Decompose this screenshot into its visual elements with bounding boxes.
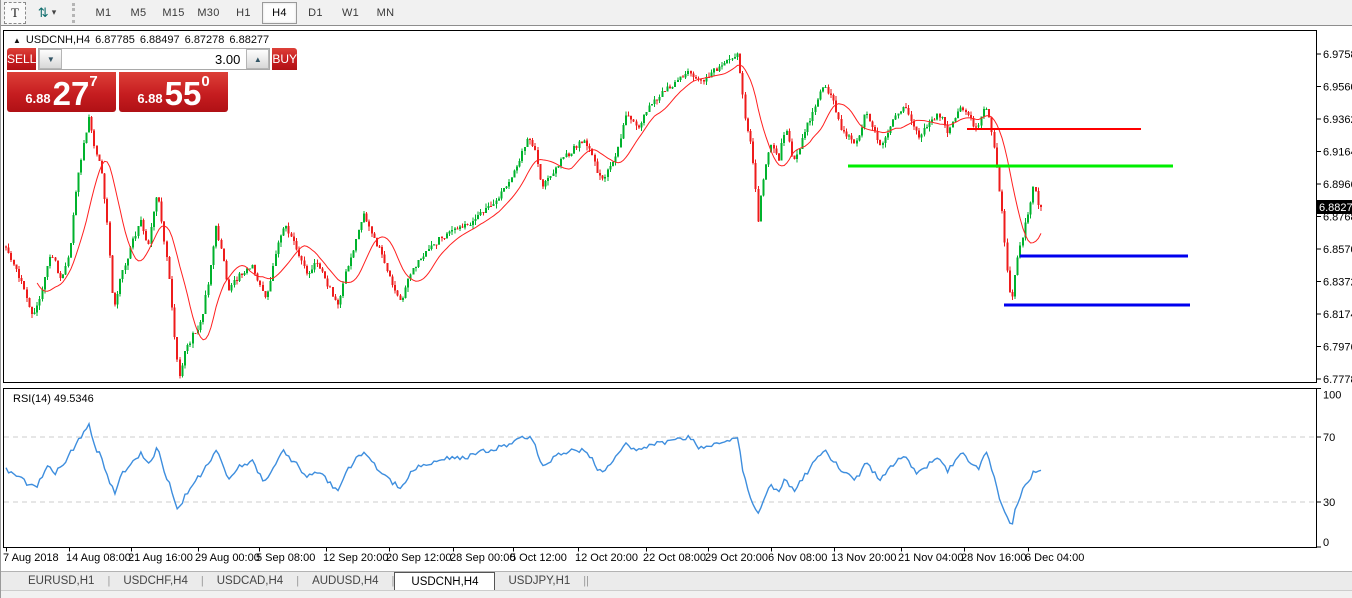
- svg-text:6.93625: 6.93625: [1323, 114, 1352, 126]
- svg-text:6.83725: 6.83725: [1323, 276, 1352, 288]
- chart-tab-audusd-h4[interactable]: AUDUSD,H4: [299, 572, 391, 590]
- sell-button[interactable]: SELL: [7, 48, 36, 70]
- spinner-up-icon[interactable]: ▲: [246, 49, 269, 69]
- svg-text:22 Oct 08:00: 22 Oct 08:00: [643, 552, 706, 564]
- svg-text:6 Dec 04:00: 6 Dec 04:00: [1025, 552, 1084, 564]
- cycle-arrows-button[interactable]: ⇅ ▾: [30, 3, 64, 23]
- buy-price-big: 55: [165, 77, 202, 110]
- buy-button[interactable]: BUY: [272, 48, 297, 70]
- bar-close-value: 6.88277: [229, 34, 269, 46]
- svg-text:6.95605: 6.95605: [1323, 81, 1352, 93]
- svg-text:28 Sep 00:00: 28 Sep 00:00: [450, 552, 515, 564]
- cycle-arrows-icon: ⇅: [38, 5, 49, 21]
- sell-price-base: 6.88: [25, 91, 50, 106]
- bar-high-value: 6.88497: [140, 34, 180, 46]
- timeframe-button-h1[interactable]: H1: [227, 3, 260, 23]
- bar-open-value: 6.87785: [95, 34, 135, 46]
- one-click-trading-panel: SELL ▼ ▲ BUY 6.88 27 7 6.88 55 0: [7, 48, 228, 112]
- volume-spinner: ▼ ▲: [38, 48, 270, 70]
- svg-text:6.89665: 6.89665: [1323, 179, 1352, 191]
- svg-text:RSI(14) 49.5346: RSI(14) 49.5346: [13, 393, 94, 405]
- svg-text:6.77785: 6.77785: [1323, 374, 1352, 386]
- timeframe-button-m15[interactable]: M15: [157, 3, 190, 23]
- svg-text:6.88277: 6.88277: [1319, 202, 1352, 214]
- timeframe-button-m30[interactable]: M30: [192, 3, 225, 23]
- spinner-down-icon[interactable]: ▼: [39, 49, 62, 69]
- svg-text:6.85705: 6.85705: [1323, 244, 1352, 256]
- timeframe-button-m1[interactable]: M1: [87, 3, 120, 23]
- svg-text:29 Aug 00:00: 29 Aug 00:00: [195, 552, 260, 564]
- chart-symbol: USDCNH,H4: [26, 34, 90, 46]
- svg-text:5 Sep 08:00: 5 Sep 08:00: [256, 552, 315, 564]
- timeframe-button-h4[interactable]: H4: [262, 2, 297, 24]
- svg-text:0: 0: [1323, 537, 1329, 549]
- svg-text:20 Sep 12:00: 20 Sep 12:00: [386, 552, 451, 564]
- timeframe-button-w1[interactable]: W1: [334, 3, 367, 23]
- svg-text:21 Aug 16:00: 21 Aug 16:00: [128, 552, 193, 564]
- toolbar: T ⇅ ▾ M1M5M15M30H1H4D1W1MN: [1, 0, 1352, 26]
- svg-text:6.91645: 6.91645: [1323, 146, 1352, 158]
- svg-text:13 Nov 20:00: 13 Nov 20:00: [831, 552, 896, 564]
- timeframe-toolbar: M1M5M15M30H1H4D1W1MN: [86, 2, 403, 24]
- caret-down-icon: ▾: [52, 7, 57, 18]
- tab-separator: |: [586, 572, 589, 590]
- buy-price-button[interactable]: 6.88 55 0: [119, 72, 228, 112]
- svg-text:28 Nov 16:00: 28 Nov 16:00: [961, 552, 1026, 564]
- svg-text:100: 100: [1323, 389, 1341, 401]
- svg-text:12 Oct 20:00: 12 Oct 20:00: [575, 552, 638, 564]
- sell-price-sup: 7: [89, 73, 97, 90]
- svg-text:7 Aug 2018: 7 Aug 2018: [3, 552, 59, 564]
- toolbar-grip: [72, 3, 82, 23]
- svg-text:14 Aug 08:00: 14 Aug 08:00: [66, 552, 131, 564]
- bar-low-value: 6.87278: [185, 34, 225, 46]
- svg-text:12 Sep 20:00: 12 Sep 20:00: [323, 552, 388, 564]
- svg-text:30: 30: [1323, 497, 1335, 509]
- buy-price-sup: 0: [201, 73, 209, 90]
- text-tool-icon[interactable]: T: [4, 2, 26, 24]
- chart-tab-usdchf-h4[interactable]: USDCHF,H4: [110, 572, 201, 590]
- application-window: T ⇅ ▾ M1M5M15M30H1H4D1W1MN ▲ USDCNH,H4 6.8…: [0, 0, 1352, 598]
- svg-text:6.79765: 6.79765: [1323, 341, 1352, 353]
- chart-title: ▲ USDCNH,H4 6.87785 6.88497 6.87278 6.88277: [13, 34, 269, 46]
- chart-tab-usdcnh-h4[interactable]: USDCNH,H4: [394, 572, 495, 590]
- svg-text:70: 70: [1323, 432, 1335, 444]
- chart-tab-usdcad-h4[interactable]: USDCAD,H4: [204, 572, 296, 590]
- svg-text:21 Nov 04:00: 21 Nov 04:00: [898, 552, 963, 564]
- chart-tab-eurusd-h1[interactable]: EURUSD,H1: [15, 572, 107, 590]
- collapse-triangle-icon[interactable]: ▲: [13, 36, 21, 45]
- svg-text:29 Oct 20:00: 29 Oct 20:00: [705, 552, 768, 564]
- svg-text:6.81745: 6.81745: [1323, 309, 1352, 321]
- chart-tabs-bar: EURUSD,H1|USDCHF,H4|USDCAD,H4|AUDUSD,H4|…: [1, 571, 1352, 590]
- volume-input[interactable]: [62, 49, 246, 69]
- sell-price-big: 27: [53, 77, 90, 110]
- timeframe-button-m5[interactable]: M5: [122, 3, 155, 23]
- timeframe-button-d1[interactable]: D1: [299, 3, 332, 23]
- status-bar: [1, 590, 1352, 598]
- chart-tab-usdjpy-h1[interactable]: USDJPY,H1: [495, 572, 583, 590]
- sell-price-button[interactable]: 6.88 27 7: [7, 72, 116, 112]
- timeframe-button-mn[interactable]: MN: [369, 3, 402, 23]
- buy-price-base: 6.88: [137, 91, 162, 106]
- svg-text:5 Oct 12:00: 5 Oct 12:00: [510, 552, 567, 564]
- svg-text:6.97585: 6.97585: [1323, 49, 1352, 61]
- svg-text:6 Nov 08:00: 6 Nov 08:00: [768, 552, 827, 564]
